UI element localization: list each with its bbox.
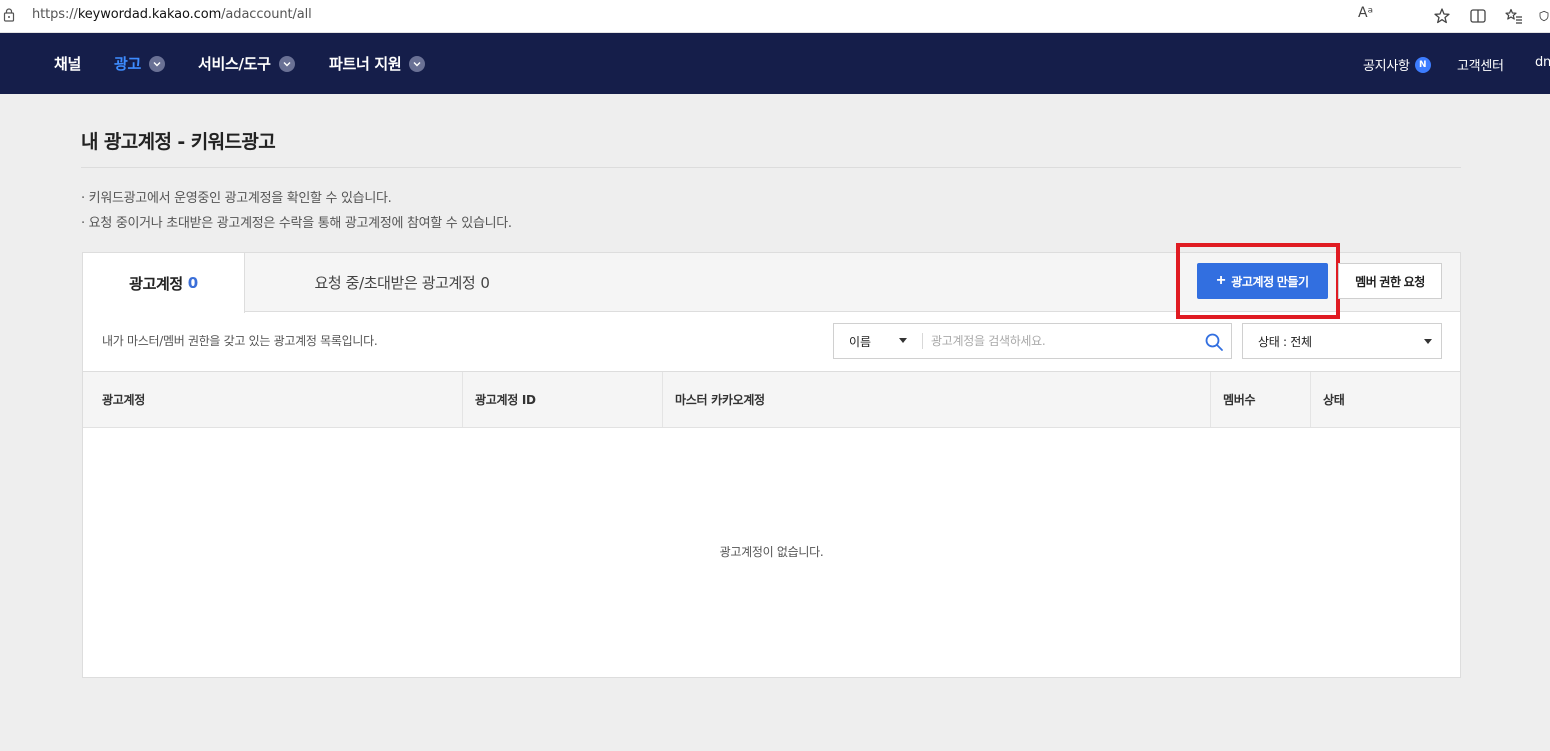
description-line: · 요청 중이거나 초대받은 광고계정은 수락을 통해 광고계정에 참여할 수 … xyxy=(81,216,512,231)
user-menu[interactable]: dn xyxy=(1535,55,1550,70)
customer-center-link[interactable]: 고객센터 xyxy=(1457,55,1504,74)
list-info-text: 내가 마스터/멤버 권한을 갖고 있는 광고계정 목록입니다. xyxy=(102,334,378,348)
favorite-star-icon[interactable] xyxy=(1430,4,1454,28)
search-icon[interactable] xyxy=(1204,332,1224,352)
top-navigation: 채널 광고 서비스/도구 파트너 지원 공지사항 N 고객센터 dn xyxy=(0,33,1550,94)
search-box: 이름 xyxy=(833,323,1232,359)
title-divider xyxy=(81,167,1461,168)
column-header-status[interactable]: 상태 xyxy=(1304,372,1454,427)
caret-down-icon xyxy=(899,338,907,343)
table-header: 광고계정 광고계정 ID 마스터 카카오계정 멤버수 상태 xyxy=(83,371,1460,428)
column-header-ad-account[interactable]: 광고계정 xyxy=(83,372,463,427)
notice-link[interactable]: 공지사항 N xyxy=(1363,55,1431,74)
search-field-selected: 이름 xyxy=(849,334,872,349)
create-ad-account-label: 광고계정 만들기 xyxy=(1231,274,1309,289)
tab-count: 0 xyxy=(480,273,490,292)
url-path: /adaccount/all xyxy=(221,7,312,22)
tab-label: 요청 중/초대받은 광고계정 xyxy=(314,274,476,292)
page-title: 내 광고계정 - 키워드광고 xyxy=(81,131,276,153)
browser-address-bar: https://keywordad.kakao.com/adaccount/al… xyxy=(0,0,1550,33)
nav-item-label: 채널 xyxy=(54,55,82,73)
search-input[interactable] xyxy=(931,325,1191,357)
url-text[interactable]: https://keywordad.kakao.com/adaccount/al… xyxy=(32,7,312,22)
search-divider xyxy=(922,333,923,349)
nav-item-partner-support[interactable]: 파트너 지원 xyxy=(329,53,426,74)
site-info-icon[interactable] xyxy=(3,8,15,22)
tab-pending-invited-accounts[interactable]: 요청 중/초대받은 광고계정 0 xyxy=(245,253,559,312)
column-header-master-kakao-account[interactable]: 마스터 카카오계정 xyxy=(656,372,1206,427)
ad-account-panel: 광고계정 0 요청 중/초대받은 광고계정 0 + 광고계정 만들기 멤버 권한 요… xyxy=(82,243,1461,678)
url-host: keywordad.kakao.com xyxy=(77,7,222,22)
notice-label: 공지사항 xyxy=(1363,59,1410,74)
chevron-down-icon xyxy=(278,55,295,72)
tab-count: 0 xyxy=(187,274,198,292)
chevron-down-icon xyxy=(149,55,166,72)
caret-down-icon xyxy=(1424,339,1432,344)
favorites-list-icon[interactable] xyxy=(1502,4,1526,28)
url-prefix: https:// xyxy=(32,7,78,22)
column-header-ad-account-id[interactable]: 광고계정 ID xyxy=(456,372,656,427)
column-header-member-count[interactable]: 멤버수 xyxy=(1204,372,1304,427)
nav-item-label: 광고 xyxy=(114,55,142,73)
read-aloud-icon[interactable]: Aᵃ xyxy=(1358,5,1373,21)
tab-ad-accounts[interactable]: 광고계정 0 xyxy=(83,253,245,313)
customer-center-label: 고객센터 xyxy=(1457,59,1504,74)
plus-icon: + xyxy=(1216,272,1226,289)
status-filter-selected: 상태 : 전체 xyxy=(1258,334,1312,349)
nav-item-services-tools[interactable]: 서비스/도구 xyxy=(198,53,295,74)
tab-bar: 광고계정 0 요청 중/초대받은 광고계정 0 + 광고계정 만들기 멤버 권한 요… xyxy=(83,243,1460,319)
empty-table-message: 광고계정이 없습니다. xyxy=(719,545,824,559)
chevron-down-icon xyxy=(409,55,426,72)
member-permission-request-label: 멤버 권한 요청 xyxy=(1355,274,1425,289)
split-screen-icon[interactable] xyxy=(1466,4,1490,28)
tab-label: 광고계정 xyxy=(129,274,183,293)
browser-essentials-icon[interactable] xyxy=(1538,4,1550,28)
nav-item-ad[interactable]: 광고 xyxy=(114,53,166,74)
nav-item-label: 서비스/도구 xyxy=(198,55,271,73)
description-line: · 키워드광고에서 운영중인 광고계정을 확인할 수 있습니다. xyxy=(81,191,392,206)
new-badge: N xyxy=(1414,56,1431,73)
nav-item-channel[interactable]: 채널 xyxy=(54,53,81,74)
create-ad-account-button[interactable]: + 광고계정 만들기 xyxy=(1197,263,1328,299)
member-permission-request-button[interactable]: 멤버 권한 요청 xyxy=(1338,263,1442,299)
user-label: dn xyxy=(1535,55,1550,70)
nav-item-label: 파트너 지원 xyxy=(329,55,402,73)
status-filter-select[interactable]: 상태 : 전체 xyxy=(1242,323,1442,359)
search-field-select[interactable]: 이름 xyxy=(834,324,920,358)
